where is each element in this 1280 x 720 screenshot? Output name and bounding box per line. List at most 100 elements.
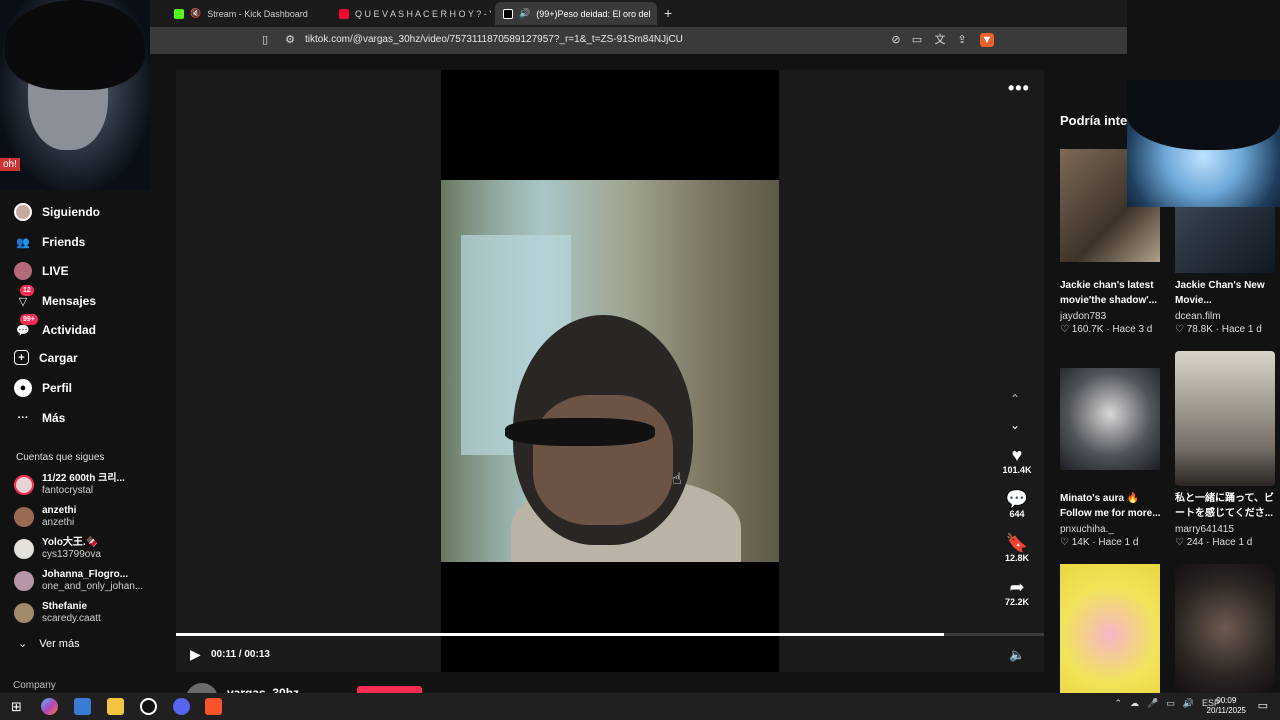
video-time: 00:11 / 00:13 — [211, 649, 270, 660]
nav-actividad[interactable]: 💬 99+ Actividad — [14, 314, 97, 339]
see-more-button[interactable]: ⌄ Ver más — [18, 637, 80, 651]
nav-live[interactable]: LIVE — [14, 262, 69, 280]
rec-thumbnail-2[interactable] — [1175, 207, 1275, 273]
video-progress-bar[interactable] — [176, 633, 1044, 636]
progress-fill — [176, 633, 945, 636]
nav-perfil[interactable]: ● Perfil — [14, 379, 72, 397]
rec-title-2[interactable]: Jackie Chan's New Movie... — [1175, 278, 1277, 308]
play-icon[interactable]: ▶ — [190, 646, 201, 663]
windows-taskbar: ⊞ ⌃ ☁ 🎤 ▭ 🔊 ESP 00:09 20/11/2025 ▭ — [0, 693, 1280, 720]
following-title: Cuentas que sigues — [16, 452, 105, 463]
tab-youtube[interactable]: Q U E V A S H A C E R H O Y ? - YouT — [331, 2, 491, 25]
webcam-overlay-right — [1127, 80, 1280, 207]
rec-user-4[interactable]: marry641415 — [1175, 524, 1234, 535]
rec-title-1[interactable]: Jackie chan's latest movie'the shadow'..… — [1060, 278, 1162, 308]
nav-siguiendo[interactable]: Siguiendo — [14, 203, 100, 221]
new-tab-button[interactable]: + — [664, 5, 672, 21]
cast-icon[interactable]: ▭ — [910, 33, 924, 47]
followed-account[interactable]: Yolo大王.🍫 cys13799ova — [14, 537, 101, 561]
rec-user-1[interactable]: jaydon783 — [1060, 311, 1106, 322]
avatar — [14, 539, 34, 559]
account-handle: scaredy.caatt — [42, 613, 101, 624]
nav-label: Actividad — [42, 323, 97, 337]
clock-time: 00:09 — [1216, 696, 1237, 705]
friends-icon: 👥 — [16, 236, 30, 249]
speaker-icon[interactable]: 🔊 — [1183, 698, 1194, 709]
recommendations-title: Podría inter — [1060, 113, 1133, 128]
kick-icon — [174, 8, 184, 19]
rec-title-3[interactable]: Minato's aura 🔥 Follow me for more... — [1060, 491, 1162, 521]
tab-label: (99+)Peso deidad: El oro del — [536, 8, 651, 19]
followed-account[interactable]: Sthefanie scaredy.caatt — [14, 601, 101, 625]
notifications-icon[interactable]: ▭ — [1258, 699, 1268, 712]
account-handle: one_and_only_johan... — [42, 581, 144, 592]
cloud-icon[interactable]: ☁ — [1130, 698, 1139, 709]
followed-account[interactable]: 11/22 600th 크리... fantocrystal — [14, 473, 125, 497]
rec-user-3[interactable]: pnxuchiha._ — [1060, 524, 1114, 535]
muted-icon: 🔇 — [190, 8, 202, 18]
account-name: Sthefanie — [42, 601, 88, 612]
windows-start-icon[interactable]: ⊞ — [8, 698, 25, 715]
store-icon[interactable] — [74, 698, 91, 715]
account-handle: fantocrystal — [42, 485, 94, 496]
video-frame[interactable] — [441, 180, 779, 562]
account-handle: anzethi — [42, 517, 75, 528]
tab-tiktok[interactable]: 🔊 (99+)Peso deidad: El oro del ✕ — [495, 2, 657, 25]
file-explorer-icon[interactable] — [107, 698, 124, 715]
comment-button[interactable]: 💬 644 — [996, 489, 1038, 519]
rec-title-4[interactable]: 私と一緒に踊って、ビートを感じてくださ... — [1175, 491, 1277, 521]
rec-thumbnail-5[interactable] — [1060, 564, 1160, 693]
comment-icon: 💬 — [1005, 489, 1029, 509]
chevron-down-icon: ⌄ — [18, 638, 28, 650]
chevron-up-icon[interactable]: ⌃ — [1114, 698, 1122, 709]
obs-icon[interactable] — [140, 698, 157, 715]
save-button[interactable]: 🔖 12.8K — [996, 533, 1038, 563]
site-settings-icon[interactable]: ⚙ — [283, 33, 297, 47]
url-field[interactable]: tiktok.com/@vargas_30hz/video/7573111870… — [305, 34, 683, 45]
avatar — [14, 507, 34, 527]
account-name: 11/22 600th 크리... — [42, 473, 125, 484]
nav-cargar[interactable]: + Cargar — [14, 350, 78, 365]
like-button[interactable]: ♥ 101.4K — [996, 445, 1038, 475]
more-icon: ··· — [17, 412, 29, 424]
tab-kick-dashboard[interactable]: 🔇 Stream - Kick Dashboard — [166, 2, 326, 25]
network-icon[interactable]: ▭ — [1166, 698, 1175, 709]
nav-mensajes[interactable]: ▽ 12 Mensajes — [14, 285, 97, 310]
share-button[interactable]: ➦ 72.2K — [996, 577, 1038, 607]
previous-video-icon[interactable]: ⌃ — [1010, 392, 1020, 406]
more-options-icon[interactable]: ••• — [1008, 78, 1030, 99]
volume-icon[interactable]: 🔈 — [1009, 647, 1025, 663]
nav-friends[interactable]: 👥 Friends — [14, 233, 85, 251]
rec-thumbnail-4[interactable] — [1175, 351, 1275, 486]
nav-label: LIVE — [42, 264, 69, 278]
followed-account[interactable]: anzethi anzethi — [14, 505, 76, 529]
rec-user-2[interactable]: dcean.film — [1175, 311, 1221, 322]
brave-shield-icon[interactable]: ▼ — [980, 33, 994, 47]
translate-icon[interactable]: 文 — [933, 33, 947, 47]
nav-mas[interactable]: ··· Más — [14, 409, 66, 427]
next-video-icon[interactable]: ⌄ — [1010, 418, 1020, 432]
brave-icon[interactable] — [205, 698, 222, 715]
rec-meta-4: ♡ 244 · Hace 1 d — [1175, 537, 1253, 548]
nav-label: Cargar — [39, 350, 78, 365]
microphone-icon[interactable]: 🎤 — [1147, 698, 1158, 709]
nav-label: Siguiendo — [42, 205, 100, 219]
activity-badge: 99+ — [20, 314, 38, 325]
nav-label: Mensajes — [42, 294, 97, 308]
tracking-icon[interactable]: ⊘ — [889, 33, 903, 47]
discord-icon[interactable] — [173, 698, 190, 715]
copilot-icon[interactable] — [41, 698, 58, 715]
rec-meta-2: ♡ 78.8K · Hace 1 d — [1175, 324, 1262, 335]
followed-account[interactable]: Johanna_Flogro... one_and_only_johan... — [14, 569, 143, 593]
rec-thumbnail-6[interactable] — [1175, 564, 1275, 693]
company-link[interactable]: Company — [13, 680, 56, 691]
share-icon[interactable]: ⇪ — [955, 33, 969, 47]
clock[interactable]: 00:09 20/11/2025 — [1207, 696, 1246, 716]
live-icon — [14, 262, 32, 280]
bookmark-icon[interactable]: ▯ — [258, 33, 272, 47]
rec-thumbnail-3[interactable] — [1060, 368, 1160, 470]
bookmark-icon: 🔖 — [1005, 533, 1029, 553]
hand-cursor-icon: ☝ — [672, 471, 682, 488]
webcam-tag: oh! — [0, 158, 20, 171]
nav-label: Más — [42, 411, 66, 425]
